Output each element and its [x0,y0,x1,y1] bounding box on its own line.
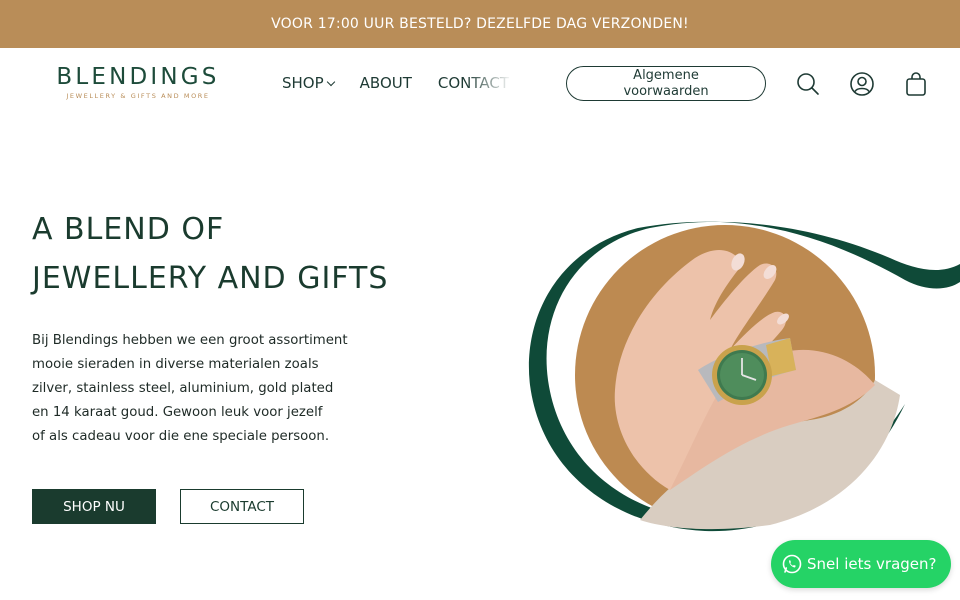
brand-name: BLENDINGS [56,64,220,90]
hero-line-3: zilver, stainless steel, aluminium, gold… [32,381,334,396]
hero-line-2: mooie sieraden in diverse materialen zoa… [32,357,319,372]
hero-line-4: en 14 karaat goud. Gewoon leuk voor jeze… [32,405,323,420]
nav-item-about[interactable]: ABOUT [360,74,412,92]
brand-tagline: JEWELLERY & GIFTS AND MORE [66,92,210,100]
whatsapp-chat-button[interactable]: Snel iets vragen? [771,540,951,588]
hero-image [520,220,960,540]
site-header: BLENDINGS JEWELLERY & GIFTS AND MORE SHO… [0,48,960,118]
hero-title: A BLEND OF JEWELLERY AND GIFTS [32,205,492,303]
brand-logo[interactable]: BLENDINGS JEWELLERY & GIFTS AND MORE [40,64,236,100]
shop-now-button[interactable]: SHOP NU [32,489,156,524]
announcement-bar: VOOR 17:00 UUR BESTELD? DEZELFDE DAG VER… [0,0,960,48]
search-icon[interactable] [795,71,821,97]
hero-title-line2: JEWELLERY AND GIFTS [32,261,389,296]
contact-button[interactable]: CONTACT [180,489,304,524]
wrist-watch-photo [528,221,960,532]
hero-line-1: Bij Blendings hebben we een groot assort… [32,333,348,348]
announcement-text: VOOR 17:00 UUR BESTELD? DEZELFDE DAG VER… [271,16,689,32]
chevron-down-icon [326,77,335,86]
cart-icon[interactable] [903,71,929,97]
nav-item-contact[interactable]: CONTACT [438,74,509,92]
whatsapp-label: Snel iets vragen? [807,555,937,573]
terms-button[interactable]: Algemene voorwaarden [566,66,766,101]
hero-title-line1: A BLEND OF [32,212,225,247]
main-nav: SHOP ABOUT CONTACT [282,72,512,94]
account-icon[interactable] [849,71,875,97]
whatsapp-icon [782,554,802,574]
nav-item-shop[interactable]: SHOP [282,73,335,92]
hero-description: Bij Blendings hebben we een groot assort… [32,329,377,449]
nav-shop-label: SHOP [282,73,324,92]
hero-line-5: of als cadeau voor die ene speciale pers… [32,429,330,444]
